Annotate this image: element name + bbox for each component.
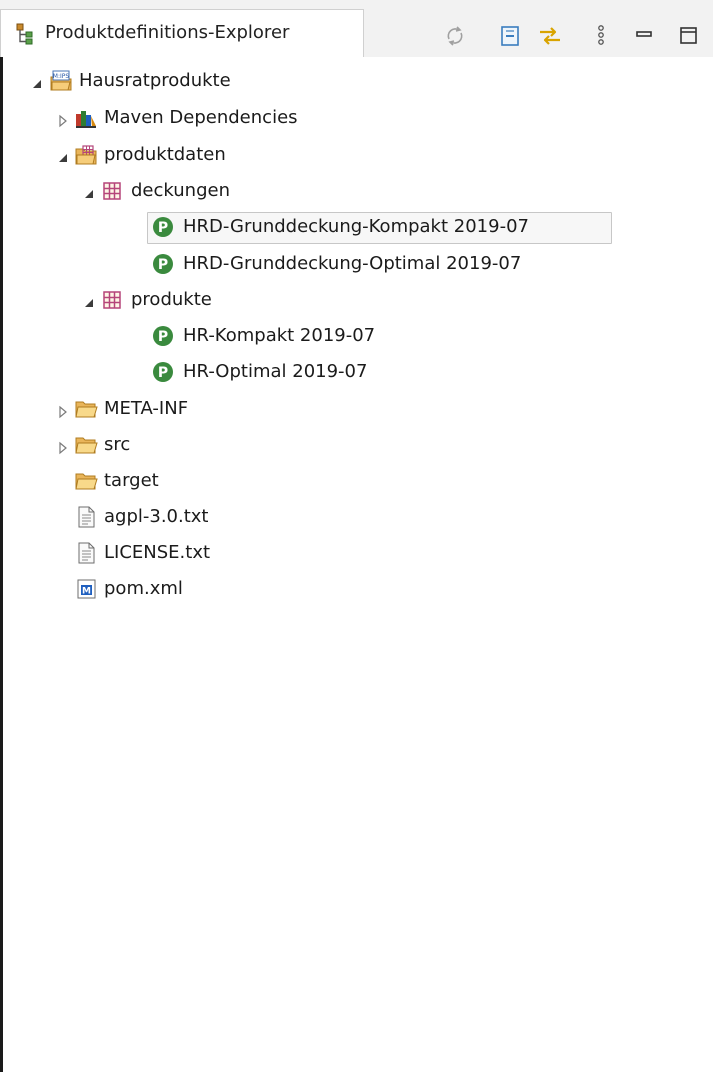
tree-item-label: pom.xml	[104, 578, 183, 599]
library-icon	[74, 106, 98, 130]
svg-text:P: P	[158, 329, 168, 345]
minimize-icon[interactable]	[632, 23, 658, 49]
tree-item-label: Maven Dependencies	[104, 107, 298, 128]
product-icon: P	[151, 324, 175, 348]
collapsed-arrow-icon[interactable]	[56, 439, 70, 455]
expanded-arrow-icon[interactable]	[82, 185, 96, 199]
svg-text:M: M	[82, 587, 91, 597]
tree-item-label: HR-Optimal 2019-07	[183, 361, 368, 382]
tree-item-maven-dependencies[interactable]: Maven Dependencies	[3, 101, 403, 135]
text-file-icon	[74, 505, 98, 529]
tree-item-label: agpl-3.0.txt	[104, 506, 209, 527]
tree-item-target[interactable]: target	[3, 464, 403, 498]
svg-text:M:IPS: M:IPS	[53, 73, 70, 80]
product-icon: P	[151, 360, 175, 384]
svg-text:P: P	[158, 365, 168, 381]
tree-item-produktdaten[interactable]: produktdaten	[3, 138, 403, 172]
tree-item-src[interactable]: src	[3, 428, 403, 462]
collapse-all-icon[interactable]	[497, 23, 523, 49]
expanded-arrow-icon[interactable]	[82, 294, 96, 308]
tree-item-label: HRD-Grunddeckung-Kompakt 2019-07	[183, 216, 529, 237]
ips-folder-icon	[74, 143, 98, 167]
view-tab-bar: Produktdefinitions-Explorer	[0, 0, 713, 57]
tree-item-meta-inf[interactable]: META-INF	[3, 392, 403, 426]
product-icon: P	[151, 215, 175, 239]
svg-text:P: P	[158, 220, 168, 236]
tree-item-pom[interactable]: M pom.xml	[3, 572, 403, 606]
tree-item-label: produkte	[131, 289, 212, 310]
tree-item-produkte[interactable]: produkte	[3, 283, 403, 317]
view-menu-icon[interactable]	[588, 23, 614, 49]
text-file-icon	[74, 541, 98, 565]
tree-item-license[interactable]: LICENSE.txt	[3, 536, 403, 570]
collapsed-arrow-icon[interactable]	[56, 403, 70, 419]
tree-item-hr-kompakt[interactable]: P HR-Kompakt 2019-07	[3, 319, 503, 353]
tree-item-label: META-INF	[104, 398, 189, 419]
package-icon	[100, 288, 124, 312]
expanded-arrow-icon[interactable]	[56, 149, 70, 163]
maven-file-icon: M	[74, 577, 98, 601]
tree-item-label: LICENSE.txt	[104, 542, 211, 563]
view-tab[interactable]: Produktdefinitions-Explorer	[0, 9, 364, 57]
sync-icon[interactable]	[442, 23, 468, 49]
tree-item-label: src	[104, 434, 131, 455]
product-explorer-view: Produktdefinitions-Explorer M:IPS Hausra…	[0, 0, 713, 1072]
view-title: Produktdefinitions-Explorer	[45, 22, 290, 43]
tree-item-label: Hausratprodukte	[79, 70, 231, 91]
svg-text:P: P	[158, 257, 168, 273]
link-with-editor-icon[interactable]	[537, 23, 563, 49]
hierarchy-icon	[15, 22, 35, 46]
tree-item-label: HRD-Grunddeckung-Optimal 2019-07	[183, 253, 522, 274]
tree-item-deckungen[interactable]: deckungen	[3, 174, 403, 208]
folder-icon	[74, 469, 98, 493]
tree-item-hrd-grunddeckung-kompakt[interactable]: P HRD-Grunddeckung-Kompakt 2019-07	[3, 210, 613, 244]
maximize-icon[interactable]	[676, 23, 702, 49]
folder-icon	[74, 397, 98, 421]
tree-item-hrd-grunddeckung-optimal[interactable]: P HRD-Grunddeckung-Optimal 2019-07	[3, 247, 613, 281]
product-icon: P	[151, 252, 175, 276]
tree-item-hr-optimal[interactable]: P HR-Optimal 2019-07	[3, 355, 503, 389]
tree-item-label: HR-Kompakt 2019-07	[183, 325, 376, 346]
ips-project-icon: M:IPS	[49, 69, 73, 93]
tree-item-label: target	[104, 470, 159, 491]
tree-item-agpl[interactable]: agpl-3.0.txt	[3, 500, 403, 534]
tree-item-root[interactable]: M:IPS Hausratprodukte	[3, 64, 403, 98]
expanded-arrow-icon[interactable]	[30, 75, 44, 89]
tree-item-label: produktdaten	[104, 144, 226, 165]
folder-icon	[74, 433, 98, 457]
tree-item-label: deckungen	[131, 180, 230, 201]
project-tree[interactable]: M:IPS Hausratprodukte Maven Dependencies…	[3, 57, 713, 1072]
package-icon	[100, 179, 124, 203]
collapsed-arrow-icon[interactable]	[56, 112, 70, 128]
